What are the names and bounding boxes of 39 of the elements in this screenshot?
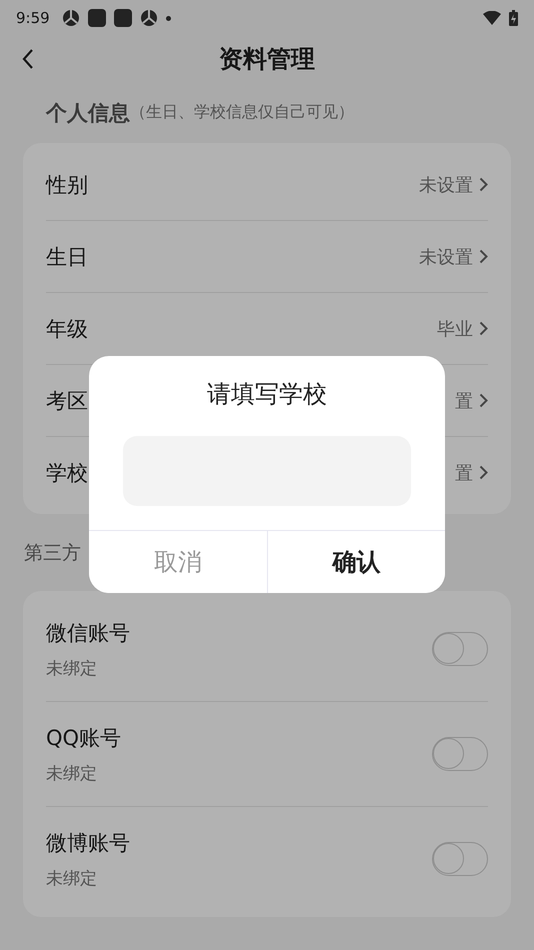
- account-label: QQ账号: [46, 724, 122, 752]
- bind-status: 未绑定: [46, 658, 98, 680]
- confirm-button[interactable]: 确认: [266, 531, 445, 593]
- toggle-switch[interactable]: [432, 737, 488, 771]
- chevron-right-icon: [479, 393, 488, 408]
- battery-icon: [509, 10, 518, 26]
- row-label: 考区: [46, 388, 88, 414]
- row-value: 置: [455, 462, 473, 484]
- dot-icon: [166, 16, 171, 20]
- back-icon[interactable]: [22, 48, 34, 70]
- row-label: 学校: [46, 460, 88, 486]
- section-note: （生日、学校信息仅自己可见）: [130, 102, 354, 123]
- aperture-icon: [140, 9, 158, 27]
- row-value: 未设置: [419, 246, 473, 268]
- app-icon: [114, 9, 132, 27]
- section-title: 第三方: [24, 540, 81, 566]
- account-label: 微信账号: [46, 620, 130, 646]
- bind-status: 未绑定: [46, 762, 98, 784]
- bind-status: 未绑定: [46, 868, 98, 890]
- wifi-icon: [483, 11, 501, 25]
- row-value: 置: [455, 390, 473, 412]
- aperture-icon: [62, 9, 80, 27]
- chevron-right-icon: [479, 321, 488, 336]
- chevron-right-icon: [479, 249, 488, 264]
- toggle-switch[interactable]: [432, 632, 488, 666]
- page-title: 资料管理: [219, 44, 315, 75]
- row-value: 未设置: [419, 174, 473, 196]
- status-time: 9:59: [16, 9, 50, 27]
- row-value: 毕业: [437, 318, 473, 340]
- app-icon: [88, 9, 106, 27]
- chevron-right-icon: [479, 177, 488, 192]
- dialog-title: 请填写学校: [206, 379, 328, 410]
- chevron-right-icon: [479, 465, 488, 480]
- row-label: 性别: [46, 172, 88, 198]
- row-label: 年级: [46, 316, 88, 342]
- account-label: 微博账号: [46, 830, 130, 856]
- toggle-switch[interactable]: [432, 842, 488, 876]
- section-title: 个人信息: [46, 100, 130, 126]
- row-label: 生日: [46, 244, 88, 270]
